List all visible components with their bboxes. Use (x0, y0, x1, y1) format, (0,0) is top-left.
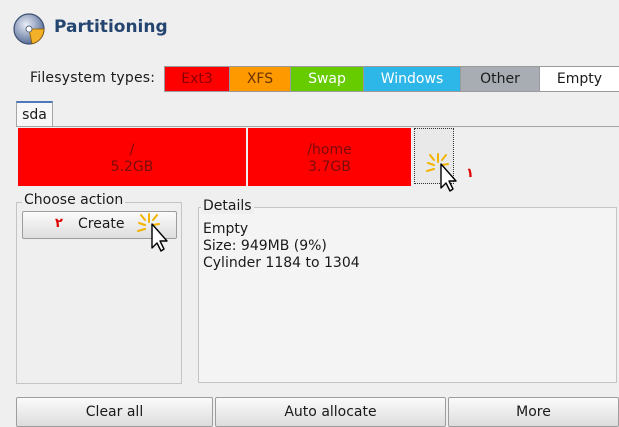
auto-allocate-button[interactable]: Auto allocate (215, 397, 446, 427)
partition-disk-icon (13, 13, 45, 45)
legend-ext3: Ext3 (164, 66, 230, 92)
details-size: Size: 949MB (9%) (203, 238, 327, 254)
details-status: Empty (203, 221, 249, 237)
tab-sda[interactable]: sda (16, 101, 53, 127)
details-title: Details (201, 198, 254, 214)
filesystem-types-legend: Ext3 XFS Swap Windows Other Empty (164, 66, 619, 92)
details-cylinder: Cylinder 1184 to 1304 (203, 255, 360, 271)
details-frame (198, 207, 617, 383)
partition-home-mount: /home (307, 142, 352, 158)
window-title: Partitioning (54, 17, 168, 37)
partition-root-size: 5.2GB (110, 159, 154, 175)
step-marker-1: ١ (466, 166, 474, 181)
step-marker-2: ٢ (55, 216, 63, 231)
legend-other: Other (461, 66, 540, 92)
partition-root-mount: / (129, 142, 135, 158)
click-cursor-icon (426, 153, 457, 192)
legend-xfs: XFS (230, 66, 291, 92)
partition-home[interactable]: /home 3.7GB (248, 128, 411, 186)
partition-root[interactable]: / 5.2GB (18, 128, 246, 186)
click-cursor-icon (137, 213, 168, 252)
legend-windows: Windows (364, 66, 461, 92)
filesystem-types-label: Filesystem types: (30, 70, 156, 86)
legend-swap: Swap (291, 66, 364, 92)
legend-empty: Empty (540, 66, 619, 92)
create-button-label: Create (78, 216, 125, 232)
clear-all-button[interactable]: Clear all (16, 397, 213, 427)
partition-home-size: 3.7GB (308, 159, 351, 175)
more-button[interactable]: More (448, 397, 619, 427)
choose-action-title: Choose action (22, 192, 126, 208)
